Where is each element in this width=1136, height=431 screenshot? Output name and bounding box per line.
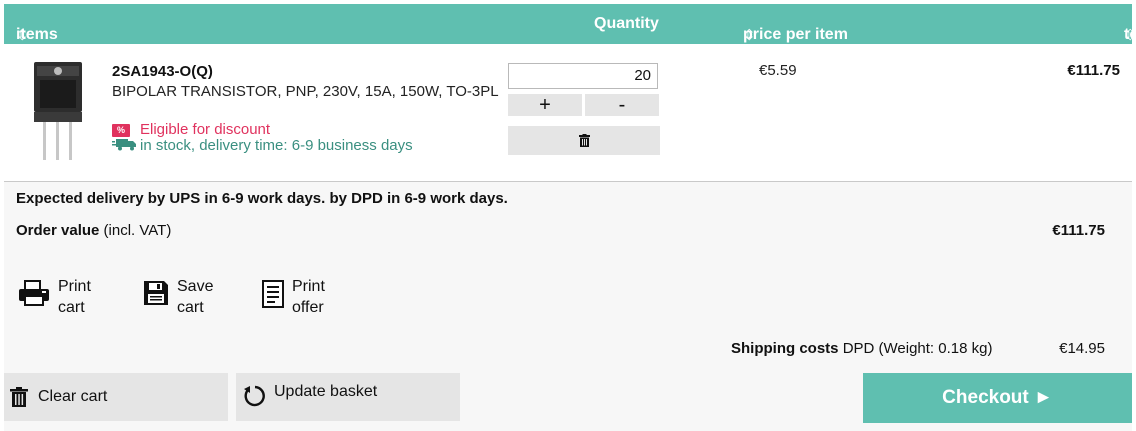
- sort-icon[interactable]: ⇳: [16, 26, 29, 44]
- delivery-time-text: delivery time: 6-9 business days: [199, 137, 413, 154]
- cart-table-header: items⇳ Quantity price per item⇳ total⇳: [4, 4, 1136, 44]
- trash-icon: [10, 387, 28, 407]
- save-disk-icon: [144, 281, 168, 305]
- refresh-icon: [244, 385, 265, 407]
- cart-summary: Expected delivery by UPS in 6-9 work day…: [4, 182, 1132, 431]
- delivery-truck-icon: [112, 139, 136, 151]
- shipping-costs-label: Shipping costs DPD (Weight: 0.18 kg): [731, 340, 993, 357]
- stock-status: in stock, delivery time: 6-9 business da…: [112, 137, 413, 154]
- increase-quantity-button[interactable]: +: [508, 94, 582, 116]
- stock-text: in stock,: [140, 137, 196, 154]
- discount-note: % Eligible for discount: [112, 121, 270, 138]
- product-image[interactable]: [32, 62, 84, 162]
- clear-cart-label: Clear cart: [38, 388, 108, 405]
- update-basket-label: Update basket: [274, 383, 378, 400]
- line-total: €111.75: [1067, 62, 1120, 79]
- print-offer-button[interactable]: Print offer: [262, 276, 325, 318]
- quantity-input[interactable]: 20: [508, 63, 658, 89]
- sort-icon[interactable]: ⇳: [743, 26, 756, 44]
- trash-icon: [578, 134, 590, 147]
- product-description: BIPOLAR TRANSISTOR, PNP, 230V, 15A, 150W…: [112, 83, 499, 100]
- printer-icon: [19, 280, 49, 306]
- print-cart-button[interactable]: Print cart: [18, 276, 91, 318]
- cart-page: items⇳ Quantity price per item⇳ total⇳ 2…: [0, 0, 1136, 431]
- update-basket-button[interactable]: Update basket: [236, 373, 460, 421]
- quantity-column-header: Quantity: [594, 15, 659, 32]
- shipping-cost-amount: €14.95: [1059, 340, 1105, 357]
- checkout-button[interactable]: Checkout ►: [863, 373, 1132, 423]
- save-cart-button[interactable]: Save cart: [143, 276, 213, 318]
- order-value-label: Order value (incl. VAT): [16, 222, 172, 239]
- clear-cart-button[interactable]: Clear cart: [4, 373, 228, 421]
- part-number-link[interactable]: 2SA1943-O(Q): [112, 63, 213, 80]
- document-icon: [262, 280, 284, 308]
- unit-price: €5.59: [759, 62, 797, 79]
- discount-badge-icon: %: [112, 124, 130, 137]
- expected-delivery-note: Expected delivery by UPS in 6-9 work day…: [16, 190, 508, 207]
- discount-text: Eligible for discount: [140, 121, 271, 138]
- remove-item-button[interactable]: [508, 126, 660, 155]
- sort-icon[interactable]: ⇳: [1124, 26, 1136, 44]
- cart-item-row: 2SA1943-O(Q) BIPOLAR TRANSISTOR, PNP, 23…: [4, 44, 1132, 182]
- order-value-amount: €111.75: [1052, 222, 1105, 239]
- decrease-quantity-button[interactable]: -: [585, 94, 659, 116]
